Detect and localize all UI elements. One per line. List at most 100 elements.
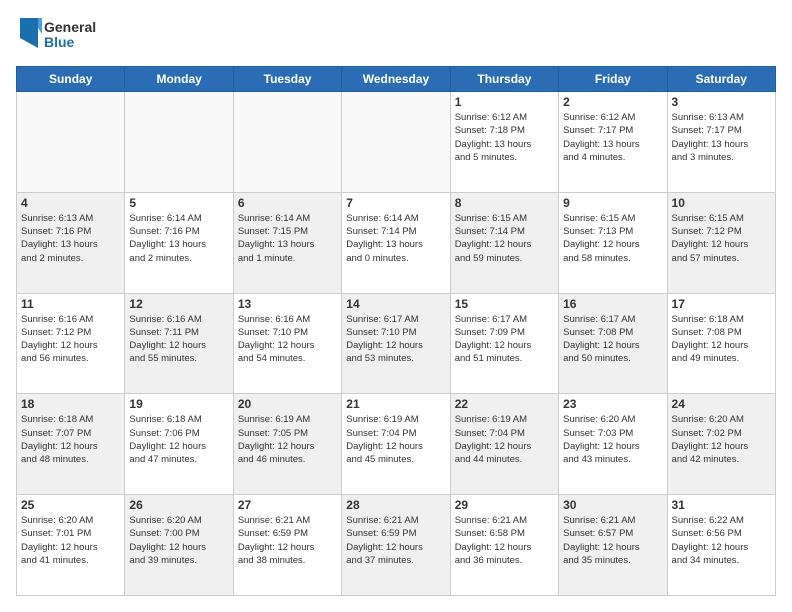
day-number: 27 xyxy=(238,498,337,512)
day-number: 28 xyxy=(346,498,445,512)
cell-content: Sunrise: 6:20 AM Sunset: 7:00 PM Dayligh… xyxy=(129,514,228,567)
page: General Blue SundayMondayTuesdayWednesda… xyxy=(0,0,792,612)
logo-svg: General Blue xyxy=(16,16,106,56)
day-header-thursday: Thursday xyxy=(450,67,558,92)
day-header-friday: Friday xyxy=(559,67,667,92)
cell-content: Sunrise: 6:12 AM Sunset: 7:18 PM Dayligh… xyxy=(455,111,554,164)
calendar-cell xyxy=(17,92,125,193)
cell-content: Sunrise: 6:13 AM Sunset: 7:16 PM Dayligh… xyxy=(21,212,120,265)
day-number: 16 xyxy=(563,297,662,311)
cell-content: Sunrise: 6:20 AM Sunset: 7:01 PM Dayligh… xyxy=(21,514,120,567)
day-header-wednesday: Wednesday xyxy=(342,67,450,92)
day-number: 13 xyxy=(238,297,337,311)
day-number: 15 xyxy=(455,297,554,311)
calendar-cell: 11 Sunrise: 6:16 AM Sunset: 7:12 PM Dayli… xyxy=(17,293,125,394)
cell-content: Sunrise: 6:17 AM Sunset: 7:09 PM Dayligh… xyxy=(455,313,554,366)
cell-content: Sunrise: 6:16 AM Sunset: 7:12 PM Dayligh… xyxy=(21,313,120,366)
cell-content: Sunrise: 6:21 AM Sunset: 6:59 PM Dayligh… xyxy=(346,514,445,567)
day-header-monday: Monday xyxy=(125,67,233,92)
cell-content: Sunrise: 6:12 AM Sunset: 7:17 PM Dayligh… xyxy=(563,111,662,164)
cell-content: Sunrise: 6:17 AM Sunset: 7:10 PM Dayligh… xyxy=(346,313,445,366)
cell-content: Sunrise: 6:14 AM Sunset: 7:16 PM Dayligh… xyxy=(129,212,228,265)
day-header-saturday: Saturday xyxy=(667,67,775,92)
calendar-cell: 24 Sunrise: 6:20 AM Sunset: 7:02 PM Dayli… xyxy=(667,394,775,495)
cell-content: Sunrise: 6:22 AM Sunset: 6:56 PM Dayligh… xyxy=(672,514,771,567)
day-number: 19 xyxy=(129,397,228,411)
day-number: 9 xyxy=(563,196,662,210)
cell-content: Sunrise: 6:18 AM Sunset: 7:08 PM Dayligh… xyxy=(672,313,771,366)
cell-content: Sunrise: 6:18 AM Sunset: 7:07 PM Dayligh… xyxy=(21,413,120,466)
cell-content: Sunrise: 6:20 AM Sunset: 7:03 PM Dayligh… xyxy=(563,413,662,466)
cell-content: Sunrise: 6:13 AM Sunset: 7:17 PM Dayligh… xyxy=(672,111,771,164)
day-header-sunday: Sunday xyxy=(17,67,125,92)
cell-content: Sunrise: 6:15 AM Sunset: 7:13 PM Dayligh… xyxy=(563,212,662,265)
header: General Blue xyxy=(16,16,776,56)
calendar-cell: 5 Sunrise: 6:14 AM Sunset: 7:16 PM Daylig… xyxy=(125,192,233,293)
day-number: 20 xyxy=(238,397,337,411)
calendar-cell: 2 Sunrise: 6:12 AM Sunset: 7:17 PM Daylig… xyxy=(559,92,667,193)
day-number: 4 xyxy=(21,196,120,210)
day-number: 3 xyxy=(672,95,771,109)
day-number: 17 xyxy=(672,297,771,311)
cell-content: Sunrise: 6:20 AM Sunset: 7:02 PM Dayligh… xyxy=(672,413,771,466)
day-number: 10 xyxy=(672,196,771,210)
cell-content: Sunrise: 6:21 AM Sunset: 6:58 PM Dayligh… xyxy=(455,514,554,567)
day-number: 23 xyxy=(563,397,662,411)
calendar-cell: 9 Sunrise: 6:15 AM Sunset: 7:13 PM Daylig… xyxy=(559,192,667,293)
cell-content: Sunrise: 6:15 AM Sunset: 7:14 PM Dayligh… xyxy=(455,212,554,265)
calendar-cell: 7 Sunrise: 6:14 AM Sunset: 7:14 PM Daylig… xyxy=(342,192,450,293)
calendar-cell: 3 Sunrise: 6:13 AM Sunset: 7:17 PM Daylig… xyxy=(667,92,775,193)
calendar-cell: 23 Sunrise: 6:20 AM Sunset: 7:03 PM Dayli… xyxy=(559,394,667,495)
cell-content: Sunrise: 6:19 AM Sunset: 7:04 PM Dayligh… xyxy=(455,413,554,466)
calendar-cell: 27 Sunrise: 6:21 AM Sunset: 6:59 PM Dayli… xyxy=(233,495,341,596)
day-number: 25 xyxy=(21,498,120,512)
calendar-table: SundayMondayTuesdayWednesdayThursdayFrid… xyxy=(16,66,776,596)
calendar-cell: 19 Sunrise: 6:18 AM Sunset: 7:06 PM Dayli… xyxy=(125,394,233,495)
calendar-cell: 28 Sunrise: 6:21 AM Sunset: 6:59 PM Dayli… xyxy=(342,495,450,596)
day-number: 7 xyxy=(346,196,445,210)
cell-content: Sunrise: 6:21 AM Sunset: 6:57 PM Dayligh… xyxy=(563,514,662,567)
cell-content: Sunrise: 6:18 AM Sunset: 7:06 PM Dayligh… xyxy=(129,413,228,466)
calendar-cell: 15 Sunrise: 6:17 AM Sunset: 7:09 PM Dayli… xyxy=(450,293,558,394)
day-number: 31 xyxy=(672,498,771,512)
calendar-cell: 1Sunrise: 6:12 AM Sunset: 7:18 PM Daylig… xyxy=(450,92,558,193)
calendar-cell: 20 Sunrise: 6:19 AM Sunset: 7:05 PM Dayli… xyxy=(233,394,341,495)
svg-text:Blue: Blue xyxy=(44,34,75,50)
calendar-week-2: 4 Sunrise: 6:13 AM Sunset: 7:16 PM Daylig… xyxy=(17,192,776,293)
day-number: 30 xyxy=(563,498,662,512)
day-number: 12 xyxy=(129,297,228,311)
calendar-week-3: 11 Sunrise: 6:16 AM Sunset: 7:12 PM Dayli… xyxy=(17,293,776,394)
day-number: 21 xyxy=(346,397,445,411)
day-number: 5 xyxy=(129,196,228,210)
cell-content: Sunrise: 6:14 AM Sunset: 7:14 PM Dayligh… xyxy=(346,212,445,265)
cell-content: Sunrise: 6:14 AM Sunset: 7:15 PM Dayligh… xyxy=(238,212,337,265)
cell-content: Sunrise: 6:16 AM Sunset: 7:10 PM Dayligh… xyxy=(238,313,337,366)
cell-content: Sunrise: 6:16 AM Sunset: 7:11 PM Dayligh… xyxy=(129,313,228,366)
calendar-cell: 30 Sunrise: 6:21 AM Sunset: 6:57 PM Dayli… xyxy=(559,495,667,596)
cell-content: Sunrise: 6:19 AM Sunset: 7:05 PM Dayligh… xyxy=(238,413,337,466)
calendar-week-5: 25 Sunrise: 6:20 AM Sunset: 7:01 PM Dayli… xyxy=(17,495,776,596)
calendar-cell: 14 Sunrise: 6:17 AM Sunset: 7:10 PM Dayli… xyxy=(342,293,450,394)
day-number: 14 xyxy=(346,297,445,311)
calendar-cell: 4 Sunrise: 6:13 AM Sunset: 7:16 PM Daylig… xyxy=(17,192,125,293)
calendar-cell: 29Sunrise: 6:21 AM Sunset: 6:58 PM Dayli… xyxy=(450,495,558,596)
calendar-cell xyxy=(125,92,233,193)
day-header-tuesday: Tuesday xyxy=(233,67,341,92)
cell-content: Sunrise: 6:19 AM Sunset: 7:04 PM Dayligh… xyxy=(346,413,445,466)
day-number: 2 xyxy=(563,95,662,109)
calendar-cell: 6Sunrise: 6:14 AM Sunset: 7:15 PM Daylig… xyxy=(233,192,341,293)
cell-content: Sunrise: 6:21 AM Sunset: 6:59 PM Dayligh… xyxy=(238,514,337,567)
calendar-cell: 10Sunrise: 6:15 AM Sunset: 7:12 PM Dayli… xyxy=(667,192,775,293)
day-number: 18 xyxy=(21,397,120,411)
day-number: 24 xyxy=(672,397,771,411)
day-number: 26 xyxy=(129,498,228,512)
calendar-cell: 25 Sunrise: 6:20 AM Sunset: 7:01 PM Dayli… xyxy=(17,495,125,596)
calendar-cell: 22Sunrise: 6:19 AM Sunset: 7:04 PM Dayli… xyxy=(450,394,558,495)
cell-content: Sunrise: 6:17 AM Sunset: 7:08 PM Dayligh… xyxy=(563,313,662,366)
calendar-cell: 8Sunrise: 6:15 AM Sunset: 7:14 PM Daylig… xyxy=(450,192,558,293)
calendar-cell: 17 Sunrise: 6:18 AM Sunset: 7:08 PM Dayli… xyxy=(667,293,775,394)
logo: General Blue xyxy=(16,16,106,56)
calendar-cell: 12 Sunrise: 6:16 AM Sunset: 7:11 PM Dayli… xyxy=(125,293,233,394)
day-number: 11 xyxy=(21,297,120,311)
calendar-header-row: SundayMondayTuesdayWednesdayThursdayFrid… xyxy=(17,67,776,92)
